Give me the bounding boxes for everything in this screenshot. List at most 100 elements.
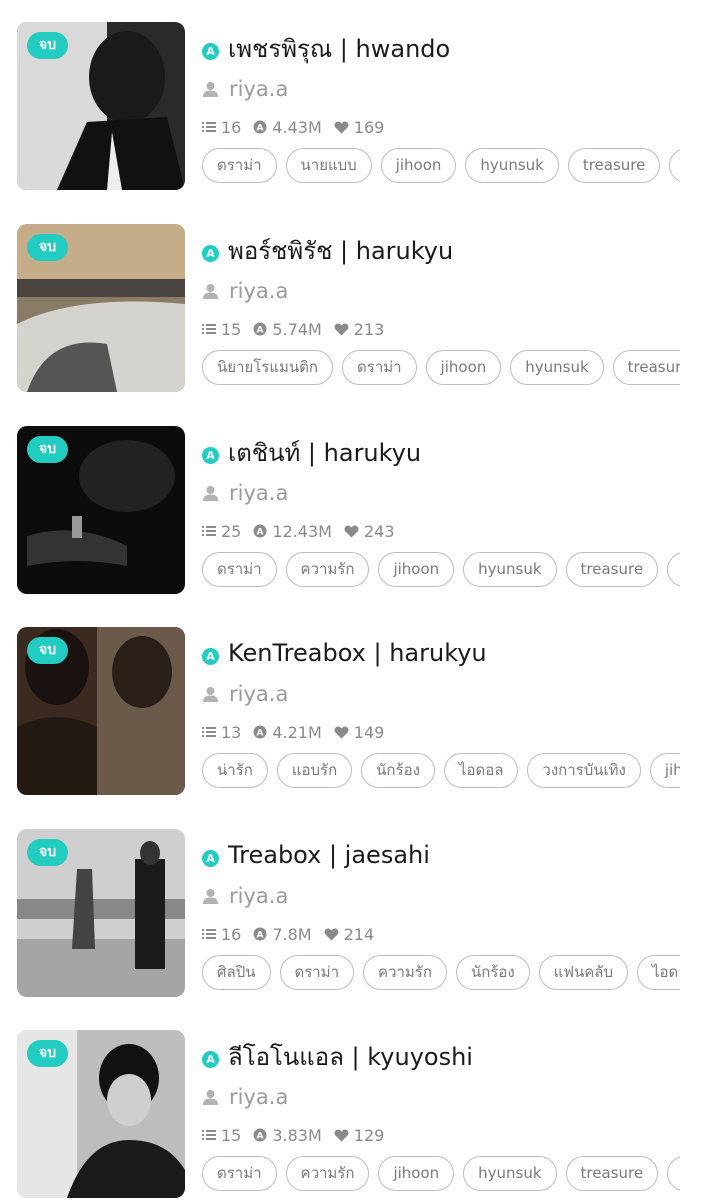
tag-chip[interactable]: ดราม่า (342, 350, 417, 385)
chapter-count: 16 (202, 925, 241, 944)
view-count: A 12.43M (253, 522, 332, 541)
story-cover[interactable]: จบ (17, 224, 185, 392)
story-cover[interactable]: จบ (17, 426, 185, 594)
tag-chip[interactable]: น่ารัก (202, 753, 268, 788)
story-cover[interactable]: จบ (17, 627, 185, 795)
tag-chip[interactable]: treasure (612, 350, 680, 385)
list-icon (202, 324, 216, 334)
author-name: riya.a (229, 682, 289, 706)
user-icon (203, 81, 218, 97)
tag-chip[interactable]: นายแบบ (285, 148, 372, 183)
chapter-count-value: 16 (221, 117, 242, 137)
tag-chip[interactable]: ไอดอล (636, 955, 680, 990)
tag-chip[interactable]: ความรัก (285, 1156, 370, 1191)
story-info: A KenTreabox | harukyu riya.a 13 A 4.21M… (202, 633, 680, 801)
tag-chip[interactable]: ไอดอล (443, 753, 519, 788)
tag-chip[interactable]: นิยายโรแมนติก (202, 350, 334, 385)
view-count: A 3.83M (253, 1125, 322, 1145)
tag-chip[interactable]: ดราม่า (202, 1156, 277, 1191)
author-name: riya.a (229, 1085, 289, 1109)
tag-chip[interactable]: jihoon (380, 148, 457, 183)
story-title[interactable]: Treabox | jaesahi (228, 841, 430, 869)
author-name: riya.a (229, 884, 289, 908)
tag-chip[interactable]: ดราม่า (279, 955, 355, 990)
tag-list: ดราม่าความรักjihoonhyunsuktreasure junky (202, 1156, 680, 1191)
like-count-value: 129 (353, 1125, 385, 1145)
tag-chip[interactable]: hyunsuk (463, 1156, 557, 1191)
tag-chip[interactable]: junky (669, 148, 680, 183)
like-count: 169 (334, 118, 384, 137)
tag-chip[interactable]: ดราม่า (202, 148, 277, 183)
tag-chip[interactable]: นักร้อง (361, 753, 435, 788)
svg-text:A: A (257, 728, 264, 738)
like-count: 243 (344, 522, 395, 541)
tag-chip[interactable]: jihoon (378, 552, 455, 587)
like-count-value: 149 (353, 722, 385, 742)
view-count-value: 3.83M (272, 1125, 322, 1145)
tag-chip[interactable]: treasure (565, 1156, 659, 1191)
author-row[interactable]: riya.a (202, 876, 680, 916)
story-cover[interactable]: จบ (17, 829, 185, 997)
story-cover[interactable]: จบ (17, 22, 185, 190)
tag-chip[interactable]: ดราม่า (202, 552, 277, 587)
tag-chip[interactable]: วงการบันเทิง (527, 753, 641, 788)
chapter-count: 15 (202, 320, 241, 339)
svg-text:A: A (257, 1131, 264, 1141)
like-count: 149 (334, 722, 385, 742)
tag-chip[interactable]: ความรัก (285, 552, 370, 587)
tag-chip[interactable]: treasure (565, 552, 659, 587)
story-info: A พอร์ชพิรัช | harukyu riya.a 15 A 5.74M… (202, 230, 680, 398)
story-title[interactable]: เพชรพิรุณ | hwando (228, 29, 450, 68)
view-count-value: 7.8M (272, 924, 312, 944)
tag-chip[interactable]: jihoon (425, 350, 502, 385)
story-card[interactable]: จบ A เตชินท์ | harukyu riya.a 25 A 12.43… (0, 426, 714, 598)
tag-chip[interactable]: ศิลปิน (202, 955, 271, 990)
like-count: 129 (334, 1125, 385, 1145)
author-row[interactable]: riya.a (202, 674, 680, 714)
views-icon: A (253, 1128, 267, 1142)
story-card[interactable]: จบ A พอร์ชพิรัช | harukyu riya.a 15 A 5.… (0, 224, 714, 396)
story-title[interactable]: พอร์ชพิรัช | harukyu (228, 231, 453, 270)
story-card[interactable]: จบ A KenTreabox | harukyu riya.a 13 A 4.… (0, 627, 714, 799)
story-cover[interactable]: จบ (17, 1030, 185, 1198)
story-card[interactable]: จบ A เพชรพิรุณ | hwando riya.a 16 A 4.43… (0, 22, 714, 194)
list-icon (202, 929, 216, 939)
tag-chip[interactable]: ความรัก (363, 955, 447, 990)
tag-chip[interactable]: hyunsuk (463, 552, 557, 587)
chapter-count-value: 15 (221, 1125, 242, 1145)
author-verified-icon: A (202, 42, 219, 60)
tag-chip[interactable]: hyunsuk (465, 148, 559, 183)
tag-chip[interactable]: แฟนคลับ (538, 955, 628, 990)
like-count-value: 213 (353, 319, 385, 339)
chapter-count-value: 25 (221, 521, 242, 541)
author-row[interactable]: riya.a (202, 1077, 680, 1117)
story-info: A เตชินท์ | harukyu riya.a 25 A 12.43M 2… (202, 432, 680, 600)
completed-badge: จบ (27, 637, 69, 664)
tag-chip[interactable]: junky (667, 552, 680, 587)
tag-chip[interactable]: treasure (567, 148, 661, 183)
story-title[interactable]: KenTreabox | harukyu (228, 639, 487, 667)
views-icon: A (253, 120, 267, 134)
like-count: 213 (334, 319, 385, 339)
tag-chip[interactable]: แอบรัก (276, 753, 353, 788)
author-row[interactable]: riya.a (202, 69, 680, 109)
story-title[interactable]: ลีโอโนแอล | kyuyoshi (228, 1037, 473, 1076)
tag-chip[interactable]: hyunsuk (510, 350, 604, 385)
author-row[interactable]: riya.a (202, 271, 680, 311)
author-verified-icon: A (202, 1050, 219, 1068)
tag-list: ศิลปินดราม่าความรักนักร้องแฟนคลับไอดอลji… (202, 955, 680, 990)
story-list: จบ A เพชรพิรุณ | hwando riya.a 16 A 4.43… (0, 0, 714, 1200)
user-icon (203, 1089, 218, 1105)
story-card[interactable]: จบ A Treabox | jaesahi riya.a 16 A 7.8M … (0, 829, 714, 1001)
tag-chip[interactable]: นักร้อง (455, 955, 530, 990)
author-row[interactable]: riya.a (202, 473, 680, 513)
view-count: A 5.74M (253, 320, 322, 339)
tag-chip[interactable]: junky (667, 1156, 680, 1191)
story-card[interactable]: จบ A ลีโอโนแอล | kyuyoshi riya.a 15 A 3.… (0, 1030, 714, 1200)
user-icon (203, 283, 218, 299)
title-row: A เตชินท์ | harukyu (202, 432, 680, 472)
tag-chip[interactable]: jihoon (649, 753, 680, 788)
tag-chip[interactable]: jihoon (378, 1156, 455, 1191)
chapter-count: 25 (202, 522, 241, 541)
story-title[interactable]: เตชินท์ | harukyu (228, 433, 421, 472)
